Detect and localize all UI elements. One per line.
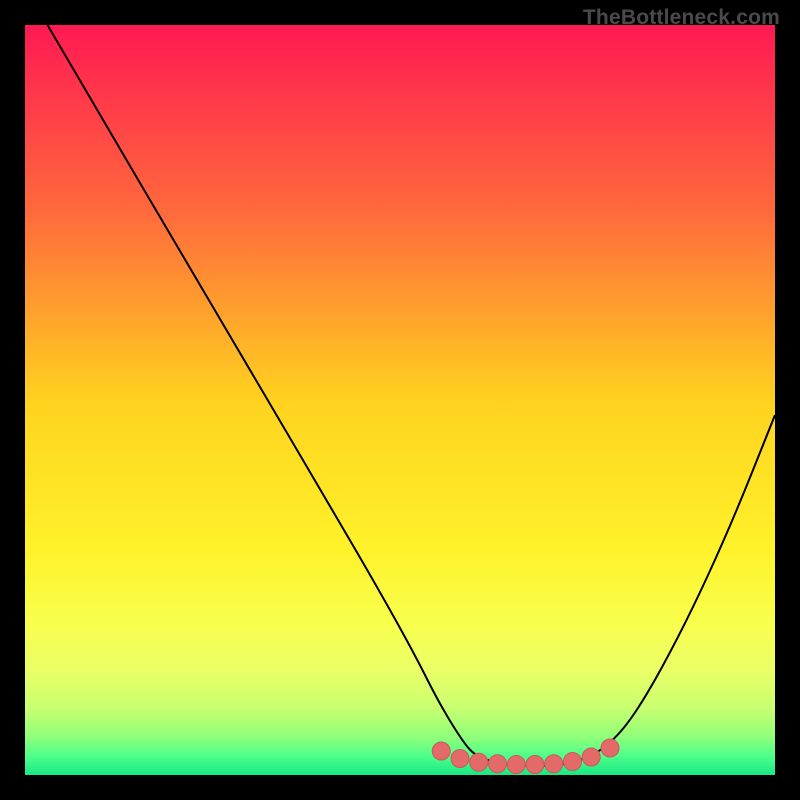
gradient-background xyxy=(25,25,775,775)
highlight-marker xyxy=(470,753,488,771)
highlight-marker xyxy=(582,748,600,766)
chart-stage: TheBottleneck.com xyxy=(0,0,800,800)
chart-plot xyxy=(25,25,775,775)
highlight-marker xyxy=(507,756,525,774)
highlight-marker xyxy=(489,755,507,773)
highlight-marker xyxy=(601,739,619,757)
highlight-marker xyxy=(545,755,563,773)
highlight-marker xyxy=(451,750,469,768)
highlight-marker xyxy=(432,742,450,760)
highlight-marker xyxy=(564,753,582,771)
highlight-marker xyxy=(526,756,544,774)
chart-svg xyxy=(25,25,775,775)
